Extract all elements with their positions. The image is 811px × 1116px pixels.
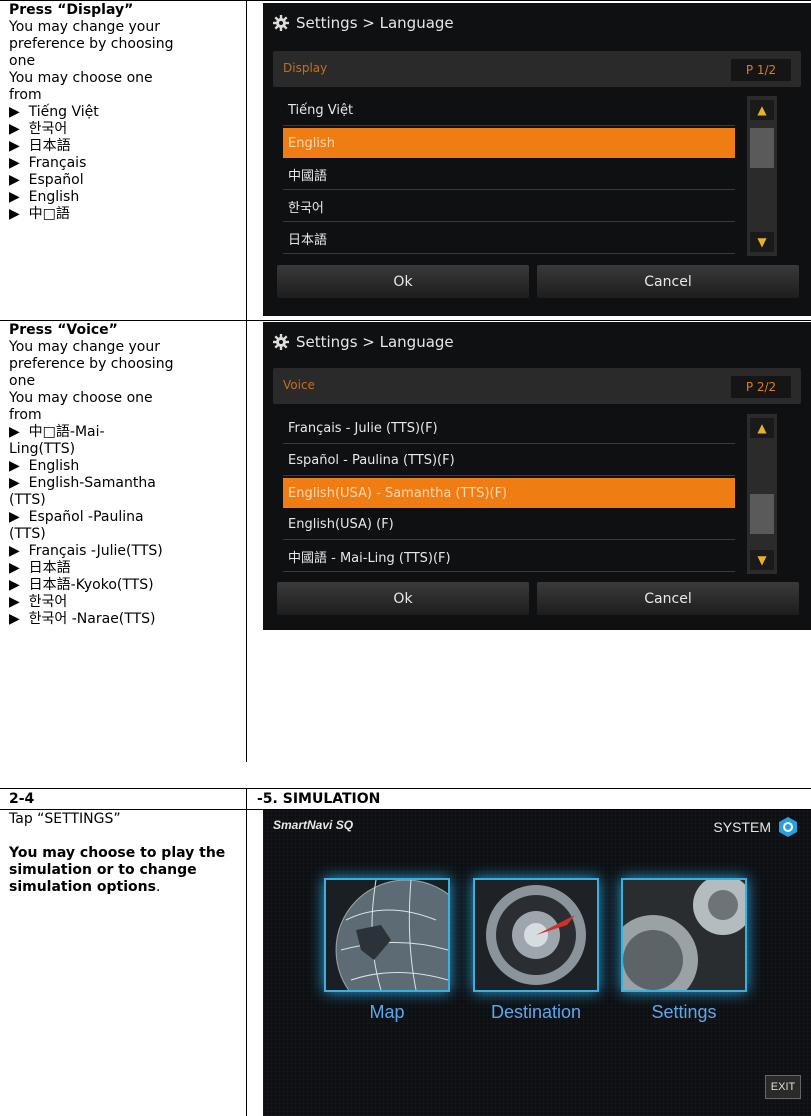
- title-text: Settings > Language: [296, 14, 454, 32]
- language-list-item: ▶ 한국어: [9, 121, 68, 137]
- cancel-button[interactable]: Cancel: [537, 582, 799, 615]
- instruction-line: from: [9, 87, 42, 103]
- gear-icon: [273, 334, 289, 350]
- scroll-up-icon[interactable]: ▲: [750, 100, 774, 120]
- voice-list-item: Ling(TTS): [9, 441, 76, 457]
- scroll-down-icon[interactable]: ▼: [750, 232, 774, 252]
- language-list-item: ▶ Tiếng Việt: [9, 104, 99, 120]
- instruction-line: preference by choosing: [9, 356, 174, 372]
- gears-icon: [623, 880, 745, 990]
- voice-list-item: ▶ 한국어: [9, 594, 68, 610]
- globe-icon: [326, 880, 448, 990]
- settings-tile[interactable]: [621, 878, 747, 992]
- voice-option-selected[interactable]: English(USA) - Samantha (TTS)(F): [283, 478, 735, 508]
- language-list-item: ▶ Español: [9, 172, 84, 188]
- instruction-line: one: [9, 53, 36, 69]
- voice-list-item: ▶ English: [9, 458, 80, 474]
- language-option[interactable]: 한국어: [283, 192, 735, 222]
- voice-list-item: ▶ 日本語-Kyoko(TTS): [9, 577, 154, 593]
- language-option[interactable]: 中國語: [283, 160, 735, 190]
- voice-instructions: Press “Voice” You may change your prefer…: [9, 322, 239, 628]
- language-list-item: ▶ English: [9, 189, 80, 205]
- display-label: Display: [283, 61, 328, 75]
- system-button[interactable]: SYSTEM: [713, 816, 799, 838]
- cancel-button[interactable]: Cancel: [537, 265, 799, 298]
- instruction-line: one: [9, 373, 36, 389]
- voice-heading: Press “Voice”: [9, 322, 118, 338]
- instruction-line: You may choose one: [9, 70, 153, 86]
- voice-label: Voice: [283, 378, 315, 392]
- simulation-heading: Tap “SETTINGS”: [9, 811, 121, 827]
- destination-tile[interactable]: [473, 878, 599, 992]
- settings-label: Settings: [651, 1002, 717, 1022]
- language-list-item: ▶ Français: [9, 155, 87, 171]
- logo: SmartNavi SQ: [273, 818, 354, 832]
- simulation-instructions: Tap “SETTINGS” You may choose to play th…: [9, 811, 239, 896]
- title-text: Settings > Language: [296, 333, 454, 351]
- voice-list-item: (TTS): [9, 492, 46, 508]
- instruction-line: You may choose one: [9, 390, 153, 406]
- ok-button[interactable]: Ok: [277, 582, 529, 615]
- voice-option[interactable]: English(USA) (F): [283, 510, 735, 540]
- scroll-up-icon[interactable]: ▲: [750, 418, 774, 438]
- language-list-item: ▶ 日本語: [9, 138, 71, 154]
- display-language-screen: Settings > Language Display P 1/2 Tiếng …: [263, 3, 811, 316]
- voice-option[interactable]: Français - Julie (TTS)(F): [283, 414, 735, 444]
- page-indicator: P 2/2: [731, 376, 791, 398]
- scroll-thumb[interactable]: [750, 494, 774, 534]
- page-indicator: P 1/2: [731, 59, 791, 81]
- destination-label: Destination: [490, 1002, 582, 1022]
- screen-title: Settings > Language: [273, 328, 454, 356]
- section-title: -5. SIMULATION: [257, 791, 381, 807]
- gear-icon: [273, 15, 289, 31]
- voice-list-item: ▶ 日本語: [9, 560, 71, 576]
- simulation-description: You may choose to play the simulation or…: [9, 845, 231, 895]
- instruction-line: from: [9, 407, 42, 423]
- screen-title: Settings > Language: [273, 9, 454, 37]
- voice-list-item: ▶ 한국어 -Narae(TTS): [9, 611, 156, 627]
- scrollbar[interactable]: ▲ ▼: [747, 96, 777, 256]
- scroll-down-icon[interactable]: ▼: [750, 550, 774, 570]
- scroll-thumb[interactable]: [750, 128, 774, 168]
- instruction-line: preference by choosing: [9, 36, 174, 52]
- system-label: SYSTEM: [713, 819, 771, 835]
- language-option[interactable]: 日本語: [283, 224, 735, 254]
- display-heading: Press “Display”: [9, 2, 134, 18]
- section-number: 2-4: [9, 791, 35, 807]
- voice-list-item: ▶ Français -Julie(TTS): [9, 543, 163, 559]
- navi-home-screen: SmartNavi SQ SYSTEM Map Destination Sett…: [263, 810, 811, 1116]
- scrollbar[interactable]: ▲ ▼: [747, 414, 777, 574]
- instruction-line: You may change your: [9, 339, 160, 355]
- voice-option[interactable]: 中國語 - Mai-Ling (TTS)(F): [283, 542, 735, 572]
- map-label: Map: [369, 1002, 405, 1022]
- description-period: .: [155, 879, 161, 895]
- display-subheader: Display P 1/2: [273, 51, 801, 87]
- voice-list-item: ▶ English-Samantha: [9, 475, 156, 491]
- exit-button[interactable]: EXIT: [765, 1075, 801, 1099]
- map-tile[interactable]: [324, 878, 450, 992]
- language-option-selected[interactable]: English: [283, 128, 735, 158]
- voice-list-item: ▶ Español -Paulina: [9, 509, 144, 525]
- voice-list-item: (TTS): [9, 526, 46, 542]
- voice-subheader: Voice P 2/2: [273, 368, 801, 404]
- voice-language-screen: Settings > Language Voice P 2/2 Français…: [263, 322, 811, 630]
- voice-list-item: ▶ 中□語-Mai-: [9, 424, 105, 440]
- instruction-line: You may change your: [9, 19, 160, 35]
- language-option[interactable]: Tiếng Việt: [283, 96, 735, 126]
- display-instructions: Press “Display” You may change your pref…: [9, 2, 239, 223]
- ok-button[interactable]: Ok: [277, 265, 529, 298]
- language-list-item: ▶ 中□語: [9, 206, 70, 222]
- compass-icon: [475, 880, 597, 990]
- voice-option[interactable]: Español - Paulina (TTS)(F): [283, 446, 735, 476]
- system-icon: [779, 817, 797, 837]
